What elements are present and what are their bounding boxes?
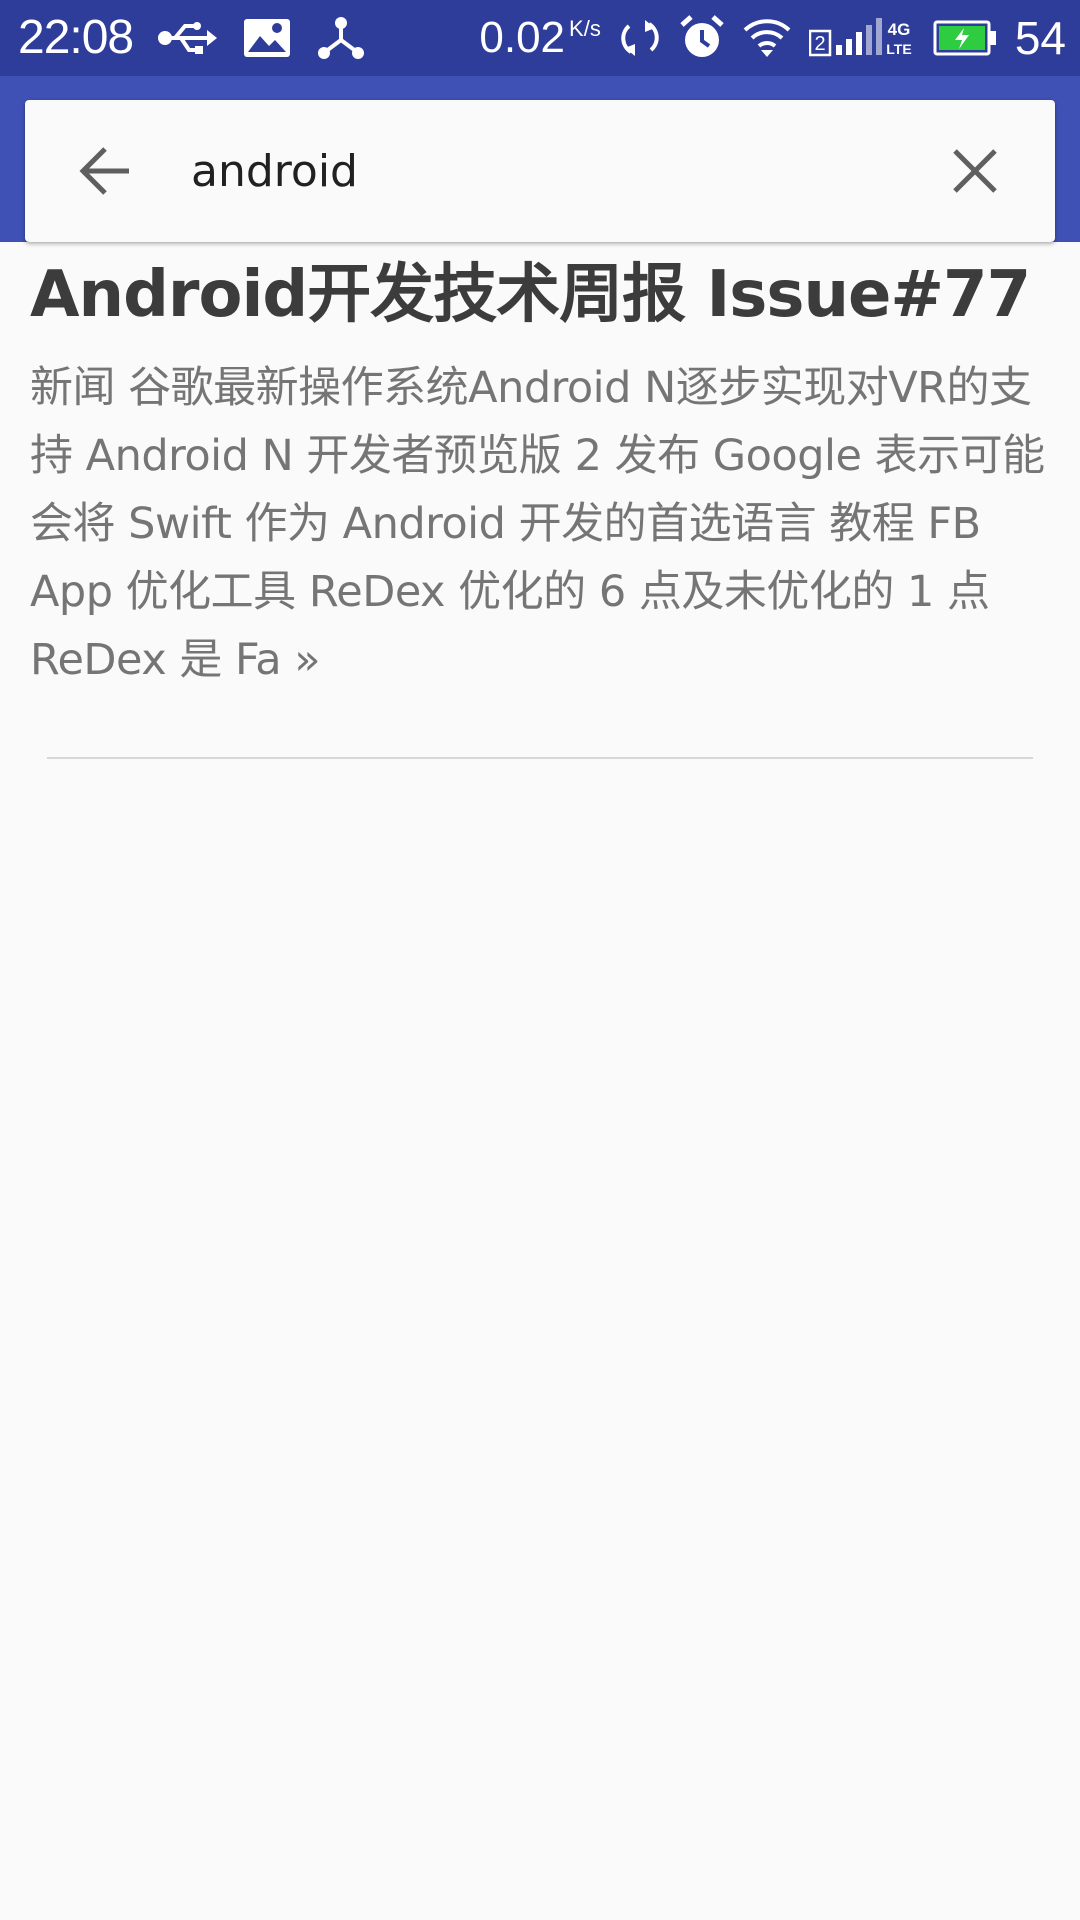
usb-icon: [157, 21, 218, 55]
alarm-icon: [679, 15, 725, 61]
status-bar: 22:08 0.02 K/s 2 4G LTE 54: [0, 0, 1080, 76]
status-time: 22:08: [18, 11, 134, 64]
notification-icons: [157, 16, 365, 60]
svg-text:4G: 4G: [887, 20, 910, 39]
back-button[interactable]: [75, 100, 135, 242]
share-icon: [317, 16, 365, 60]
network-speed-value: 0.02: [479, 13, 566, 62]
system-icons: 0.02 K/s 2 4G LTE 54: [479, 15, 1066, 61]
sync-icon: [619, 16, 661, 60]
svg-text:LTE: LTE: [886, 41, 911, 57]
search-bar: [25, 100, 1055, 242]
network-speed-unit: K/s: [569, 16, 601, 41]
result-item[interactable]: Android开发技术周报 Issue#77 新闻 谷歌最新操作系统Androi…: [30, 250, 1052, 694]
signal-icon: 2 4G LTE: [808, 17, 915, 59]
arrow-back-icon: [79, 145, 131, 197]
battery-charging-icon: [933, 20, 997, 56]
sim-slot-label: 2: [814, 33, 825, 55]
image-icon: [243, 18, 291, 58]
search-results: Android开发技术周报 Issue#77 新闻 谷歌最新操作系统Androi…: [30, 250, 1052, 694]
result-title[interactable]: Android开发技术周报 Issue#77: [30, 250, 1052, 340]
search-input[interactable]: [191, 141, 945, 201]
battery-percent: 54: [1014, 12, 1066, 64]
wifi-icon: [743, 18, 791, 58]
result-excerpt: 新闻 谷歌最新操作系统Android N逐步实现对VR的支持 Android N…: [30, 363, 1045, 685]
result-divider: [47, 757, 1033, 759]
clear-search-button[interactable]: [945, 100, 1005, 242]
network-speed: 0.02 K/s: [479, 16, 600, 60]
close-icon: [952, 148, 998, 194]
